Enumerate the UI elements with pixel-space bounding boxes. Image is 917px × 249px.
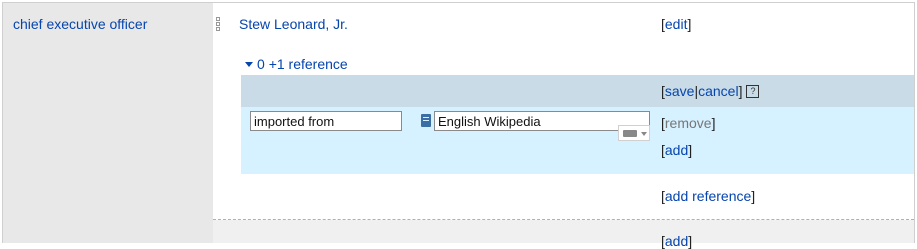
references-new-count: +1 reference xyxy=(268,56,348,72)
property-label-link[interactable]: chief executive officer xyxy=(13,16,147,32)
add-statement-button[interactable]: add xyxy=(665,233,688,249)
property-column xyxy=(3,3,213,243)
add-reference-button[interactable]: add reference xyxy=(665,188,751,204)
next-statement-block xyxy=(213,220,914,243)
reference-property-input[interactable] xyxy=(250,111,402,131)
add-snak-toolbar: [add] xyxy=(661,142,693,158)
grip-dot xyxy=(216,22,220,26)
edit-button[interactable]: edit xyxy=(665,16,688,32)
remove-button[interactable]: remove xyxy=(665,115,712,131)
chevron-down-icon xyxy=(641,132,647,136)
next-add-toolbar: [add] xyxy=(661,233,693,249)
drag-handle-icon[interactable] xyxy=(216,17,221,37)
keyboard-input-method-icon[interactable] xyxy=(618,125,650,141)
grip-dot xyxy=(216,27,220,31)
save-cancel-toolbar: [save|cancel]? xyxy=(661,83,760,99)
triangle-down-icon xyxy=(245,61,253,67)
keyboard-icon xyxy=(623,130,637,137)
edit-toolbar: [edit] xyxy=(661,16,692,32)
save-button[interactable]: save xyxy=(665,83,695,99)
grip-dot xyxy=(216,17,220,21)
references-toggle[interactable]: 0 +1 reference xyxy=(245,56,348,72)
cancel-button[interactable]: cancel xyxy=(698,83,738,99)
add-snak-button[interactable]: add xyxy=(665,142,688,158)
add-reference-toolbar: [add reference] xyxy=(661,188,756,204)
references-count: 0 xyxy=(257,56,265,72)
entity-selector-icon xyxy=(421,114,431,127)
help-icon[interactable]: ? xyxy=(746,84,760,98)
claim-value-link[interactable]: Stew Leonard, Jr. xyxy=(239,16,348,32)
reference-header xyxy=(241,75,914,107)
remove-toolbar: [remove] xyxy=(661,115,716,131)
